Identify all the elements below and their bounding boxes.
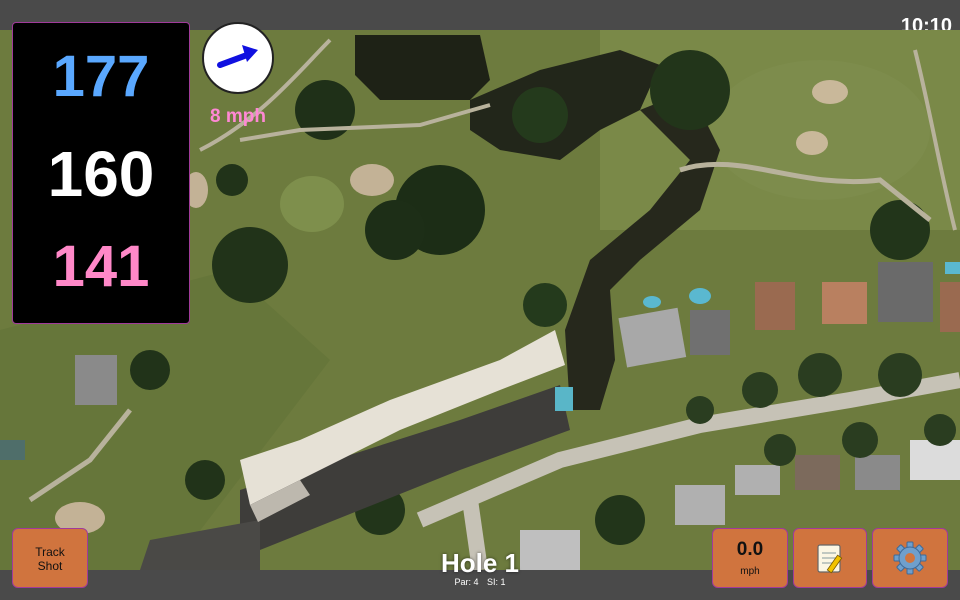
wind-speed: 8 mph (210, 106, 266, 127)
hole-info: Par: 4 SI: 1 (380, 577, 580, 587)
track-shot-label-line2: Shot (37, 559, 63, 573)
hole-stroke-index: SI: 1 (487, 577, 506, 587)
track-shot-button[interactable]: Track Shot (12, 528, 88, 588)
wind-indicator (202, 22, 274, 94)
hole-par: Par: 4 (454, 577, 479, 587)
track-shot-label-line1: Track (35, 545, 65, 559)
front-distance: 141 (52, 234, 150, 299)
speed-button[interactable]: 0.0 mph (712, 528, 788, 588)
distance-panel: 177 160 141 (12, 22, 190, 324)
speed-value: 0.0 (736, 539, 764, 560)
notepad-icon (817, 544, 843, 574)
back-distance: 177 (52, 44, 150, 109)
notes-button[interactable] (793, 528, 867, 588)
settings-button[interactable] (872, 528, 948, 588)
speed-unit: mph (740, 566, 760, 577)
arrow-icon (217, 45, 258, 68)
gear-icon (893, 541, 927, 575)
middle-distance: 160 (47, 138, 155, 210)
hole-title[interactable]: Hole 1 (380, 548, 580, 579)
